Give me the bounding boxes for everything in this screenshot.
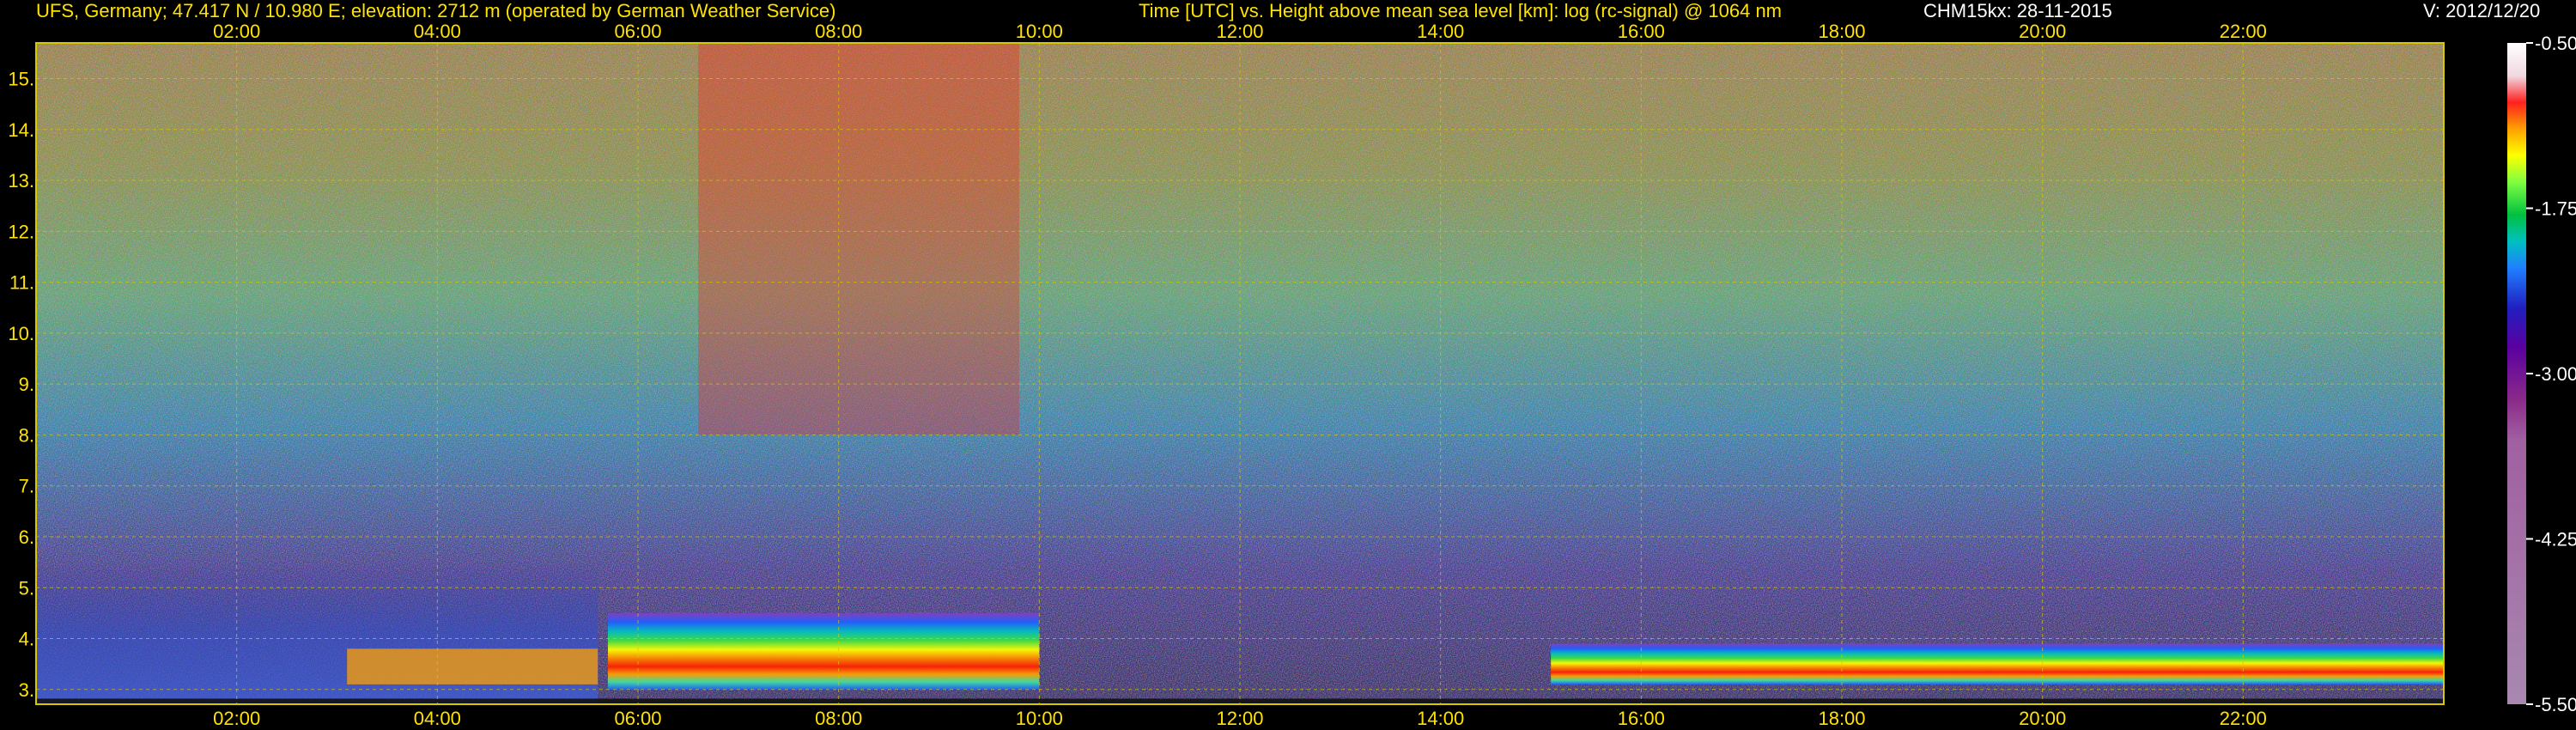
y-tick-label: 10. <box>8 323 34 344</box>
x-tick-label-bottom: 04:00 <box>414 708 461 729</box>
x-tick-label-bottom: 12:00 <box>1216 708 1263 729</box>
data-region <box>347 648 598 684</box>
x-tick-label-top: 02:00 <box>213 21 260 42</box>
colorbar-tick-label: -4.25 <box>2535 529 2576 551</box>
y-tick-label: 3. <box>19 679 34 701</box>
y-tick-label: 4. <box>19 629 34 650</box>
x-tick-label-top: 10:00 <box>1016 21 1063 42</box>
station-info: UFS, Germany; 47.417 N / 10.980 E; eleva… <box>36 0 836 21</box>
colorbar-tick-label: -1.75 <box>2535 198 2576 220</box>
y-tick-label: 14. <box>8 119 34 141</box>
version-label: V: 2012/12/20 <box>2423 0 2541 21</box>
y-tick-label: 7. <box>19 476 34 497</box>
y-tick-label: 9. <box>19 374 34 395</box>
y-tick-label: 5. <box>19 577 34 599</box>
data-region <box>607 612 1040 690</box>
ceilometer-chart: 02:00 04:00 06:00 08:00 10:00 12:00 14:00 16:00… <box>0 0 2576 730</box>
x-tick-label-bottom: 10:00 <box>1016 708 1063 729</box>
colorbar-tick-label: -3.00 <box>2535 363 2576 385</box>
x-tick-label-bottom: 22:00 <box>2220 708 2267 729</box>
x-tick-label-top: 16:00 <box>1618 21 1665 42</box>
y-tick-label: 12. <box>8 221 34 242</box>
y-tick-label: 15. <box>8 68 34 89</box>
x-tick-label-top: 04:00 <box>414 21 461 42</box>
x-tick-label-bottom: 02:00 <box>213 708 260 729</box>
x-tick-label-bottom: 08:00 <box>815 708 862 729</box>
colorbar-tick-label: -5.50 <box>2535 694 2576 715</box>
x-tick-label-top: 22:00 <box>2220 21 2267 42</box>
y-tick-label: 13. <box>8 170 34 192</box>
y-tick-label: 11. <box>9 272 34 294</box>
x-tick-label-top: 14:00 <box>1417 21 1464 42</box>
x-tick-label-bottom: 16:00 <box>1618 708 1665 729</box>
x-tick-label-bottom: 18:00 <box>1818 708 1865 729</box>
x-tick-label-top: 06:00 <box>614 21 661 42</box>
data-region <box>1551 643 2444 684</box>
plot-title: Time [UTC] vs. Height above mean sea lev… <box>1139 0 1783 21</box>
y-tick-label: 6. <box>19 526 34 548</box>
x-tick-label-bottom: 20:00 <box>2019 708 2066 729</box>
x-tick-label-bottom: 14:00 <box>1417 708 1464 729</box>
y-tick-label: 8. <box>19 424 34 446</box>
instrument-date: CHM15kx: 28-11-2015 <box>1923 0 2112 21</box>
x-tick-label-top: 18:00 <box>1818 21 1865 42</box>
colorbar <box>2507 43 2526 704</box>
x-tick-label-bottom: 06:00 <box>614 708 661 729</box>
x-tick-label-top: 12:00 <box>1216 21 1263 42</box>
data-region <box>698 43 1019 435</box>
x-tick-label-top: 20:00 <box>2019 21 2066 42</box>
x-tick-label-top: 08:00 <box>815 21 862 42</box>
colorbar-tick-label: -0.50 <box>2535 33 2576 54</box>
